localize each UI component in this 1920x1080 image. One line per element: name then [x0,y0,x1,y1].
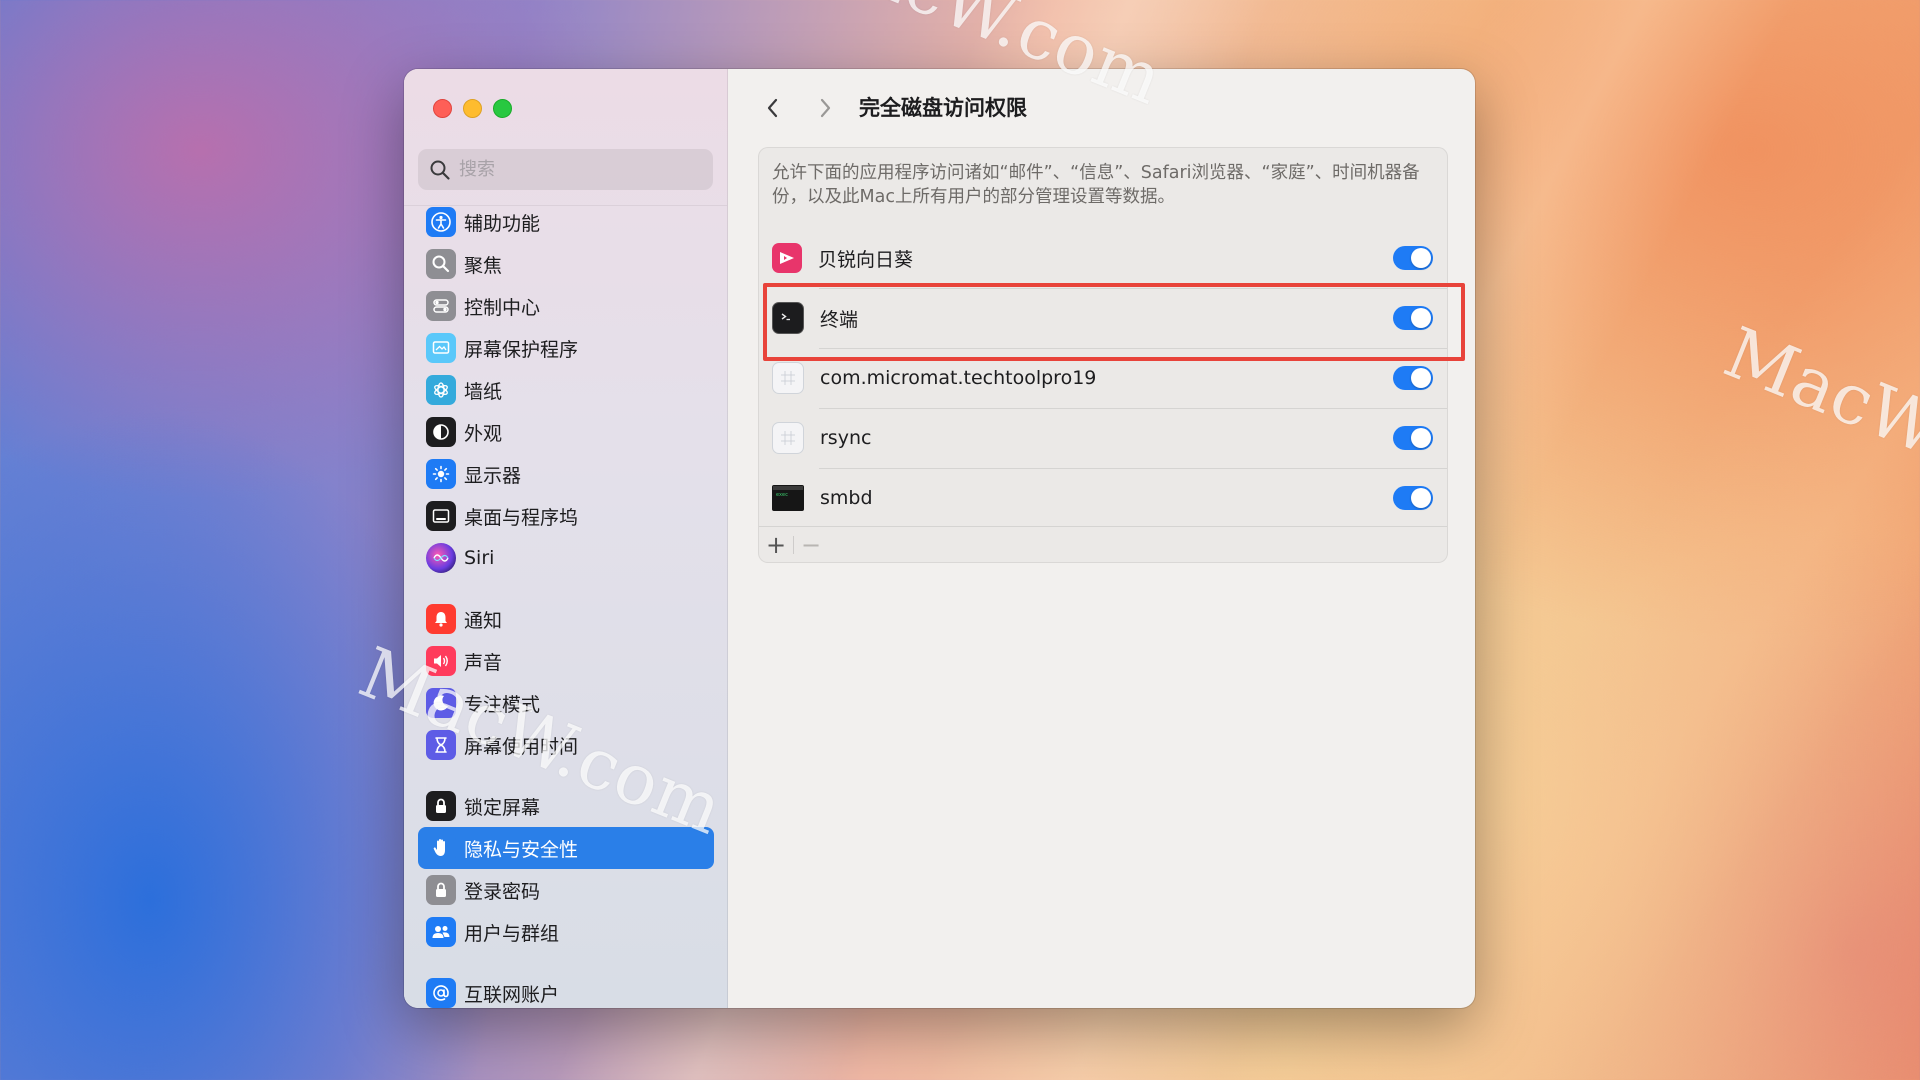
sidebar-item-label: 声音 [464,651,503,674]
sidebar-item-spotlight[interactable]: 聚焦 [418,243,714,285]
app-row-terminal: 终端 [759,288,1447,348]
app-row-sunlogin: 贝锐向日葵 [759,228,1447,288]
appearance-icon [426,417,456,447]
control-center-icon [426,291,456,321]
sidebar-item-login-password[interactable]: 登录密码 [418,869,714,911]
watermark-text: MacW.com [1713,311,1920,531]
back-button[interactable] [758,93,788,123]
sidebar-item-label: 登录密码 [464,880,541,903]
access-toggle[interactable] [1393,246,1433,270]
page-title: 完全磁盘访问权限 [859,96,1027,120]
app-name: com.micromat.techtoolpro19 [820,367,1097,389]
sidebar-item-label: 专注模式 [464,693,541,716]
sidebar-item-notifications[interactable]: 通知 [418,598,714,640]
screensaver-icon [426,333,456,363]
display-icon [426,459,456,489]
app-row-smbd: exec smbd [759,468,1447,528]
sidebar-item-desktop-dock[interactable]: 桌面与程序坞 [418,495,714,537]
panel-description: 允许下面的应用程序访问诸如“邮件”、“信息”、Safari浏览器、“家庭”、时间… [772,163,1420,207]
internet-accounts-icon [426,978,456,1008]
sidebar-item-label: 屏幕保护程序 [464,338,579,361]
access-toggle[interactable] [1393,306,1433,330]
sidebar-item-label: Siri [464,547,495,569]
sidebar-item-siri[interactable]: Siri [418,537,714,579]
sidebar-item-label: 外观 [464,422,503,445]
terminal-icon [772,302,804,334]
sidebar-item-lock-screen[interactable]: 锁定屏幕 [418,785,714,827]
screen-time-icon [426,730,456,760]
sidebar-item-users-groups[interactable]: 用户与群组 [418,911,714,953]
app-name: smbd [820,487,873,509]
app-row-techtoolpro: com.micromat.techtoolpro19 [759,348,1447,408]
siri-icon [426,543,456,573]
sidebar-item-label: 辅助功能 [464,212,541,235]
sunlogin-icon [772,243,802,273]
sidebar-list: 辅助功能 聚焦 控制中心 屏幕保护程序 墙纸 外观 显示器 桌面与程序坞 Sir… [418,201,714,1008]
sidebar-item-label: 用户与群组 [464,922,560,945]
exec-icon: exec [772,485,804,511]
chevron-left-icon [767,98,778,118]
sidebar-item-label: 聚焦 [464,254,503,277]
settings-window: 辅助功能 聚焦 控制中心 屏幕保护程序 [404,69,1475,1008]
minimize-button[interactable] [463,99,482,118]
focus-icon [426,688,456,718]
sound-icon [426,646,456,676]
search-icon [430,160,450,180]
sidebar-item-screensaver[interactable]: 屏幕保护程序 [418,327,714,369]
search-input[interactable] [457,158,701,181]
wallpaper-icon [426,375,456,405]
access-toggle[interactable] [1393,366,1433,390]
sidebar-item-label: 锁定屏幕 [464,796,541,819]
access-toggle[interactable] [1393,486,1433,510]
full-disk-access-panel: 允许下面的应用程序访问诸如“邮件”、“信息”、Safari浏览器、“家庭”、时间… [758,147,1465,563]
sidebar-item-privacy-security[interactable]: 隐私与安全性 [418,827,714,869]
spotlight-icon [426,249,456,279]
generic-app-icon [772,422,804,454]
sidebar-item-internet-accounts[interactable]: 互联网账户 [418,972,714,1008]
sidebar-item-appearance[interactable]: 外观 [418,411,714,453]
window-controls [433,99,512,118]
sidebar-item-control-center[interactable]: 控制中心 [418,285,714,327]
sidebar-item-label: 隐私与安全性 [464,838,579,861]
svg-text:exec: exec [776,492,788,498]
forward-button[interactable] [810,93,840,123]
password-lock-icon [426,875,456,905]
search-field[interactable] [418,149,713,190]
privacy-hand-icon [426,833,456,863]
generic-app-icon [772,362,804,394]
sidebar-item-displays[interactable]: 显示器 [418,453,714,495]
app-list: 贝锐向日葵 终端 com.micromat.techtoolpro19 rsyn… [759,228,1447,528]
zoom-button[interactable] [493,99,512,118]
sidebar-item-accessibility[interactable]: 辅助功能 [418,201,714,243]
sidebar-item-screen-time[interactable]: 屏幕使用时间 [418,724,714,766]
add-button[interactable]: + [759,530,793,560]
sidebar-item-label: 控制中心 [464,296,541,319]
sidebar-item-label: 墙纸 [464,380,503,403]
dock-icon [426,501,456,531]
sidebar-item-focus[interactable]: 专注模式 [418,682,714,724]
users-icon [426,917,456,947]
list-footer: + − [759,526,1447,562]
lock-screen-icon [426,791,456,821]
sidebar-item-sound[interactable]: 声音 [418,640,714,682]
chevron-right-icon [820,98,831,118]
sidebar-item-label: 显示器 [464,464,522,487]
sidebar: 辅助功能 聚焦 控制中心 屏幕保护程序 [404,69,728,1008]
sidebar-item-label: 互联网账户 [464,983,560,1006]
sidebar-item-wallpaper[interactable]: 墙纸 [418,369,714,411]
sidebar-item-label: 桌面与程序坞 [464,506,579,529]
app-row-rsync: rsync [759,408,1447,468]
main-content: 完全磁盘访问权限 允许下面的应用程序访问诸如“邮件”、“信息”、Safari浏览… [728,69,1475,1008]
remove-button[interactable]: − [794,530,828,560]
notifications-icon [426,604,456,634]
accessibility-icon [426,207,456,237]
access-toggle[interactable] [1393,426,1433,450]
close-button[interactable] [433,99,452,118]
app-name: 终端 [820,308,859,331]
app-name: rsync [820,427,872,449]
sidebar-item-label: 屏幕使用时间 [464,735,579,758]
app-name: 贝锐向日葵 [818,248,914,271]
sidebar-item-label: 通知 [464,609,503,632]
